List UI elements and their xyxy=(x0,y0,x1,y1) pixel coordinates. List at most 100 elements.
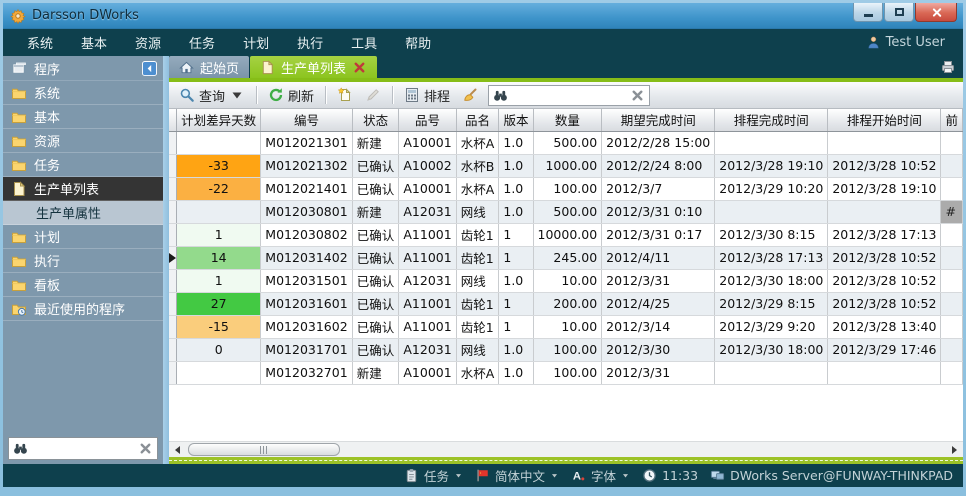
cell-pname[interactable]: 网线 xyxy=(456,200,499,223)
table-row[interactable]: 0M012031701已确认A12031网线1.0100.002012/3/30… xyxy=(169,338,963,361)
sidebar-item[interactable]: 资源 xyxy=(3,129,163,153)
cell-no[interactable]: M012021302 xyxy=(261,154,352,177)
cell-extra[interactable] xyxy=(941,338,963,361)
cell-pname[interactable]: 齿轮1 xyxy=(456,246,499,269)
cell-no[interactable]: M012030801 xyxy=(261,200,352,223)
horizontal-splitter[interactable] xyxy=(169,457,963,464)
row-header-cell[interactable] xyxy=(169,315,177,338)
cell-end[interactable]: 2012/3/30 18:00 xyxy=(715,338,828,361)
cell-pname[interactable]: 齿轮1 xyxy=(456,292,499,315)
sidebar-item[interactable]: 最近使用的程序 xyxy=(3,297,163,321)
row-header-cell[interactable] xyxy=(169,246,177,269)
sidebar-item[interactable]: 生产单列表 xyxy=(3,177,163,201)
minimize-button[interactable] xyxy=(853,3,883,22)
cell-ver[interactable]: 1.0 xyxy=(499,269,533,292)
cell-end[interactable]: 2012/3/30 8:15 xyxy=(715,223,828,246)
cell-extra[interactable] xyxy=(941,131,963,154)
sidebar-item[interactable]: 任务 xyxy=(3,153,163,177)
cell-pname[interactable]: 网线 xyxy=(456,338,499,361)
sidebar-search-input[interactable] xyxy=(32,442,134,456)
cell-status[interactable]: 新建 xyxy=(352,131,399,154)
cell-pname[interactable]: 水杯B xyxy=(456,154,499,177)
cell-status[interactable]: 已确认 xyxy=(352,177,399,200)
column-header[interactable]: 编号 xyxy=(261,109,352,131)
column-header[interactable]: 版本 xyxy=(499,109,533,131)
row-header-cell[interactable] xyxy=(169,177,177,200)
cell-pno[interactable]: A12031 xyxy=(399,338,456,361)
cell-pno[interactable]: A10001 xyxy=(399,131,456,154)
status-item-fontA[interactable]: A字体 xyxy=(571,466,630,485)
cell-qty[interactable]: 500.00 xyxy=(533,200,602,223)
cell-ver[interactable]: 1 xyxy=(499,246,533,269)
cell-pno[interactable]: A10001 xyxy=(399,361,456,384)
cell-due[interactable]: 2012/3/31 0:17 xyxy=(602,223,715,246)
scrollbar-thumb[interactable] xyxy=(188,443,340,456)
cell-status[interactable]: 已确认 xyxy=(352,246,399,269)
cell-qty[interactable]: 100.00 xyxy=(533,338,602,361)
cell-extra[interactable] xyxy=(941,361,963,384)
status-item-flag[interactable]: 简体中文 xyxy=(475,466,559,485)
cell-status[interactable]: 新建 xyxy=(352,361,399,384)
cell-ver[interactable]: 1.0 xyxy=(499,200,533,223)
cell-pno[interactable]: A11001 xyxy=(399,246,456,269)
column-header[interactable]: 排程完成时间 xyxy=(715,109,828,131)
cell-pname[interactable]: 网线 xyxy=(456,269,499,292)
cell-extra[interactable] xyxy=(941,269,963,292)
cell-extra[interactable] xyxy=(941,292,963,315)
schedule-button[interactable]: 排程 xyxy=(400,84,454,107)
cell-start[interactable] xyxy=(828,361,941,384)
row-header-cell[interactable] xyxy=(169,269,177,292)
row-header-cell[interactable] xyxy=(169,223,177,246)
close-button[interactable] xyxy=(915,3,957,22)
cell-diff[interactable]: 1 xyxy=(177,269,261,292)
grid-corner-cell[interactable] xyxy=(169,109,177,131)
cell-pno[interactable]: A10002 xyxy=(399,154,456,177)
cell-ver[interactable]: 1.0 xyxy=(499,338,533,361)
cell-status[interactable]: 已确认 xyxy=(352,292,399,315)
cell-extra[interactable] xyxy=(941,246,963,269)
column-header[interactable]: 计划差异天数 xyxy=(177,109,261,131)
row-header-cell[interactable] xyxy=(169,200,177,223)
cell-ver[interactable]: 1.0 xyxy=(499,154,533,177)
menu-item[interactable]: 执行 xyxy=(283,29,337,56)
column-header[interactable]: 排程开始时间 xyxy=(828,109,941,131)
cell-due[interactable]: 2012/3/14 xyxy=(602,315,715,338)
row-header-cell[interactable] xyxy=(169,338,177,361)
tab-production-order-list[interactable]: 生产单列表 xyxy=(250,56,377,78)
cell-qty[interactable]: 10.00 xyxy=(533,269,602,292)
cell-end[interactable] xyxy=(715,200,828,223)
cell-ver[interactable]: 1.0 xyxy=(499,131,533,154)
sidebar-search-box[interactable] xyxy=(8,437,158,460)
cell-diff[interactable]: 27 xyxy=(177,292,261,315)
clear-search-icon[interactable] xyxy=(630,88,645,103)
cell-qty[interactable]: 100.00 xyxy=(533,177,602,200)
cell-start[interactable] xyxy=(828,131,941,154)
cell-start[interactable]: 2012/3/28 19:10 xyxy=(828,177,941,200)
cell-pname[interactable]: 齿轮1 xyxy=(456,315,499,338)
cell-no[interactable]: M012021301 xyxy=(261,131,352,154)
cell-pname[interactable]: 水杯A xyxy=(456,361,499,384)
printer-icon[interactable] xyxy=(940,59,956,75)
collapse-panel-button[interactable] xyxy=(142,61,157,76)
column-header[interactable]: 品号 xyxy=(399,109,456,131)
sidebar-item[interactable]: 系统 xyxy=(3,81,163,105)
cell-ver[interactable]: 1 xyxy=(499,315,533,338)
sidebar-item[interactable]: 生产单属性 xyxy=(3,201,163,225)
table-row[interactable]: 14M012031402已确认A11001齿轮11245.002012/4/11… xyxy=(169,246,963,269)
column-header[interactable]: 数量 xyxy=(533,109,602,131)
clean-button[interactable] xyxy=(458,85,482,105)
cell-qty[interactable]: 10.00 xyxy=(533,315,602,338)
cell-diff[interactable] xyxy=(177,361,261,384)
cell-qty[interactable]: 500.00 xyxy=(533,131,602,154)
cell-start[interactable]: 2012/3/29 17:46 xyxy=(828,338,941,361)
cell-due[interactable]: 2012/4/11 xyxy=(602,246,715,269)
cell-no[interactable]: M012031701 xyxy=(261,338,352,361)
cell-start[interactable]: 2012/3/28 10:52 xyxy=(828,269,941,292)
cell-status[interactable]: 新建 xyxy=(352,200,399,223)
cell-diff[interactable]: -15 xyxy=(177,315,261,338)
cell-no[interactable]: M012031601 xyxy=(261,292,352,315)
cell-status[interactable]: 已确认 xyxy=(352,269,399,292)
cell-start[interactable]: 2012/3/28 10:52 xyxy=(828,246,941,269)
cell-due[interactable]: 2012/3/30 xyxy=(602,338,715,361)
table-row[interactable]: M012021301新建A10001水杯A1.0500.002012/2/28 … xyxy=(169,131,963,154)
